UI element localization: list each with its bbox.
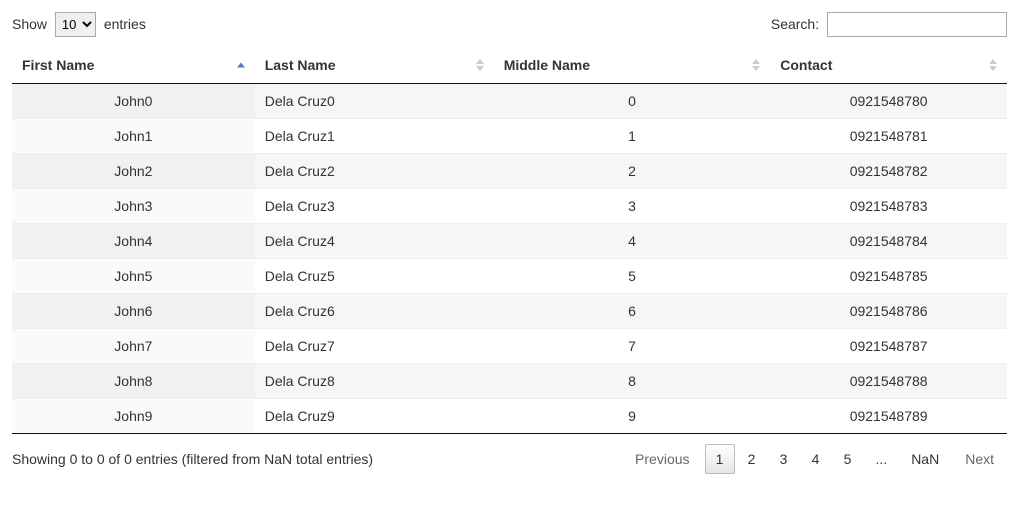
table-row: John1Dela Cruz110921548781 <box>12 119 1007 154</box>
cell-first: John2 <box>12 154 255 189</box>
cell-middle: 4 <box>494 224 771 259</box>
cell-contact: 0921548789 <box>770 399 1007 434</box>
cell-last: Dela Cruz2 <box>255 154 494 189</box>
pagination-previous[interactable]: Previous <box>622 444 702 474</box>
entries-suffix: entries <box>104 16 146 32</box>
cell-middle: 3 <box>494 189 771 224</box>
table-controls-top: Show 10 entries Search: <box>12 12 1007 37</box>
pagination-page[interactable]: 3 <box>769 444 799 474</box>
table-row: John2Dela Cruz220921548782 <box>12 154 1007 189</box>
sort-both-icon <box>476 58 484 72</box>
cell-last: Dela Cruz0 <box>255 84 494 119</box>
sort-asc-icon <box>237 62 245 69</box>
cell-middle: 9 <box>494 399 771 434</box>
cell-middle: 2 <box>494 154 771 189</box>
table-row: John4Dela Cruz440921548784 <box>12 224 1007 259</box>
cell-last: Dela Cruz3 <box>255 189 494 224</box>
column-header-last-name[interactable]: Last Name <box>255 47 494 84</box>
column-label: First Name <box>22 57 94 73</box>
entries-length-control: Show 10 entries <box>12 12 146 37</box>
cell-first: John3 <box>12 189 255 224</box>
data-table: First Name Last Name Middle Name Contact… <box>12 47 1007 434</box>
pagination: Previous12345...NaNNext <box>622 444 1007 474</box>
table-row: John8Dela Cruz880921548788 <box>12 364 1007 399</box>
cell-middle: 5 <box>494 259 771 294</box>
cell-first: John1 <box>12 119 255 154</box>
pagination-page[interactable]: 2 <box>737 444 767 474</box>
table-body: John0Dela Cruz000921548780John1Dela Cruz… <box>12 84 1007 434</box>
cell-last: Dela Cruz4 <box>255 224 494 259</box>
table-header-row: First Name Last Name Middle Name Contact <box>12 47 1007 84</box>
column-header-first-name[interactable]: First Name <box>12 47 255 84</box>
cell-contact: 0921548788 <box>770 364 1007 399</box>
cell-contact: 0921548782 <box>770 154 1007 189</box>
entries-select[interactable]: 10 <box>55 12 96 37</box>
table-row: John9Dela Cruz990921548789 <box>12 399 1007 434</box>
cell-first: John8 <box>12 364 255 399</box>
cell-first: John0 <box>12 84 255 119</box>
cell-first: John6 <box>12 294 255 329</box>
table-row: John3Dela Cruz330921548783 <box>12 189 1007 224</box>
cell-contact: 0921548786 <box>770 294 1007 329</box>
pagination-page[interactable]: NaN <box>900 444 950 474</box>
cell-contact: 0921548784 <box>770 224 1007 259</box>
pagination-page[interactable]: 1 <box>705 444 735 474</box>
table-row: John0Dela Cruz000921548780 <box>12 84 1007 119</box>
sort-both-icon <box>989 58 997 72</box>
cell-contact: 0921548781 <box>770 119 1007 154</box>
cell-middle: 8 <box>494 364 771 399</box>
column-header-middle-name[interactable]: Middle Name <box>494 47 771 84</box>
cell-contact: 0921548785 <box>770 259 1007 294</box>
table-controls-bottom: Showing 0 to 0 of 0 entries (filtered fr… <box>12 444 1007 474</box>
pagination-page[interactable]: 4 <box>801 444 831 474</box>
cell-first: John9 <box>12 399 255 434</box>
sort-both-icon <box>752 58 760 72</box>
cell-last: Dela Cruz7 <box>255 329 494 364</box>
cell-last: Dela Cruz5 <box>255 259 494 294</box>
cell-last: Dela Cruz8 <box>255 364 494 399</box>
cell-middle: 7 <box>494 329 771 364</box>
column-label: Middle Name <box>504 57 590 73</box>
cell-first: John5 <box>12 259 255 294</box>
cell-first: John4 <box>12 224 255 259</box>
pagination-next[interactable]: Next <box>952 444 1007 474</box>
column-label: Contact <box>780 57 832 73</box>
cell-last: Dela Cruz1 <box>255 119 494 154</box>
search-input[interactable] <box>827 12 1007 37</box>
table-row: John6Dela Cruz660921548786 <box>12 294 1007 329</box>
column-header-contact[interactable]: Contact <box>770 47 1007 84</box>
table-row: John5Dela Cruz550921548785 <box>12 259 1007 294</box>
cell-last: Dela Cruz6 <box>255 294 494 329</box>
table-info: Showing 0 to 0 of 0 entries (filtered fr… <box>12 451 373 467</box>
pagination-page[interactable]: 5 <box>833 444 863 474</box>
entries-prefix: Show <box>12 16 47 32</box>
cell-middle: 1 <box>494 119 771 154</box>
cell-contact: 0921548780 <box>770 84 1007 119</box>
search-label: Search: <box>771 16 819 32</box>
cell-first: John7 <box>12 329 255 364</box>
column-label: Last Name <box>265 57 336 73</box>
cell-contact: 0921548783 <box>770 189 1007 224</box>
cell-contact: 0921548787 <box>770 329 1007 364</box>
cell-middle: 6 <box>494 294 771 329</box>
table-row: John7Dela Cruz770921548787 <box>12 329 1007 364</box>
search-control: Search: <box>771 12 1007 37</box>
pagination-ellipsis: ... <box>865 444 899 474</box>
cell-middle: 0 <box>494 84 771 119</box>
cell-last: Dela Cruz9 <box>255 399 494 434</box>
